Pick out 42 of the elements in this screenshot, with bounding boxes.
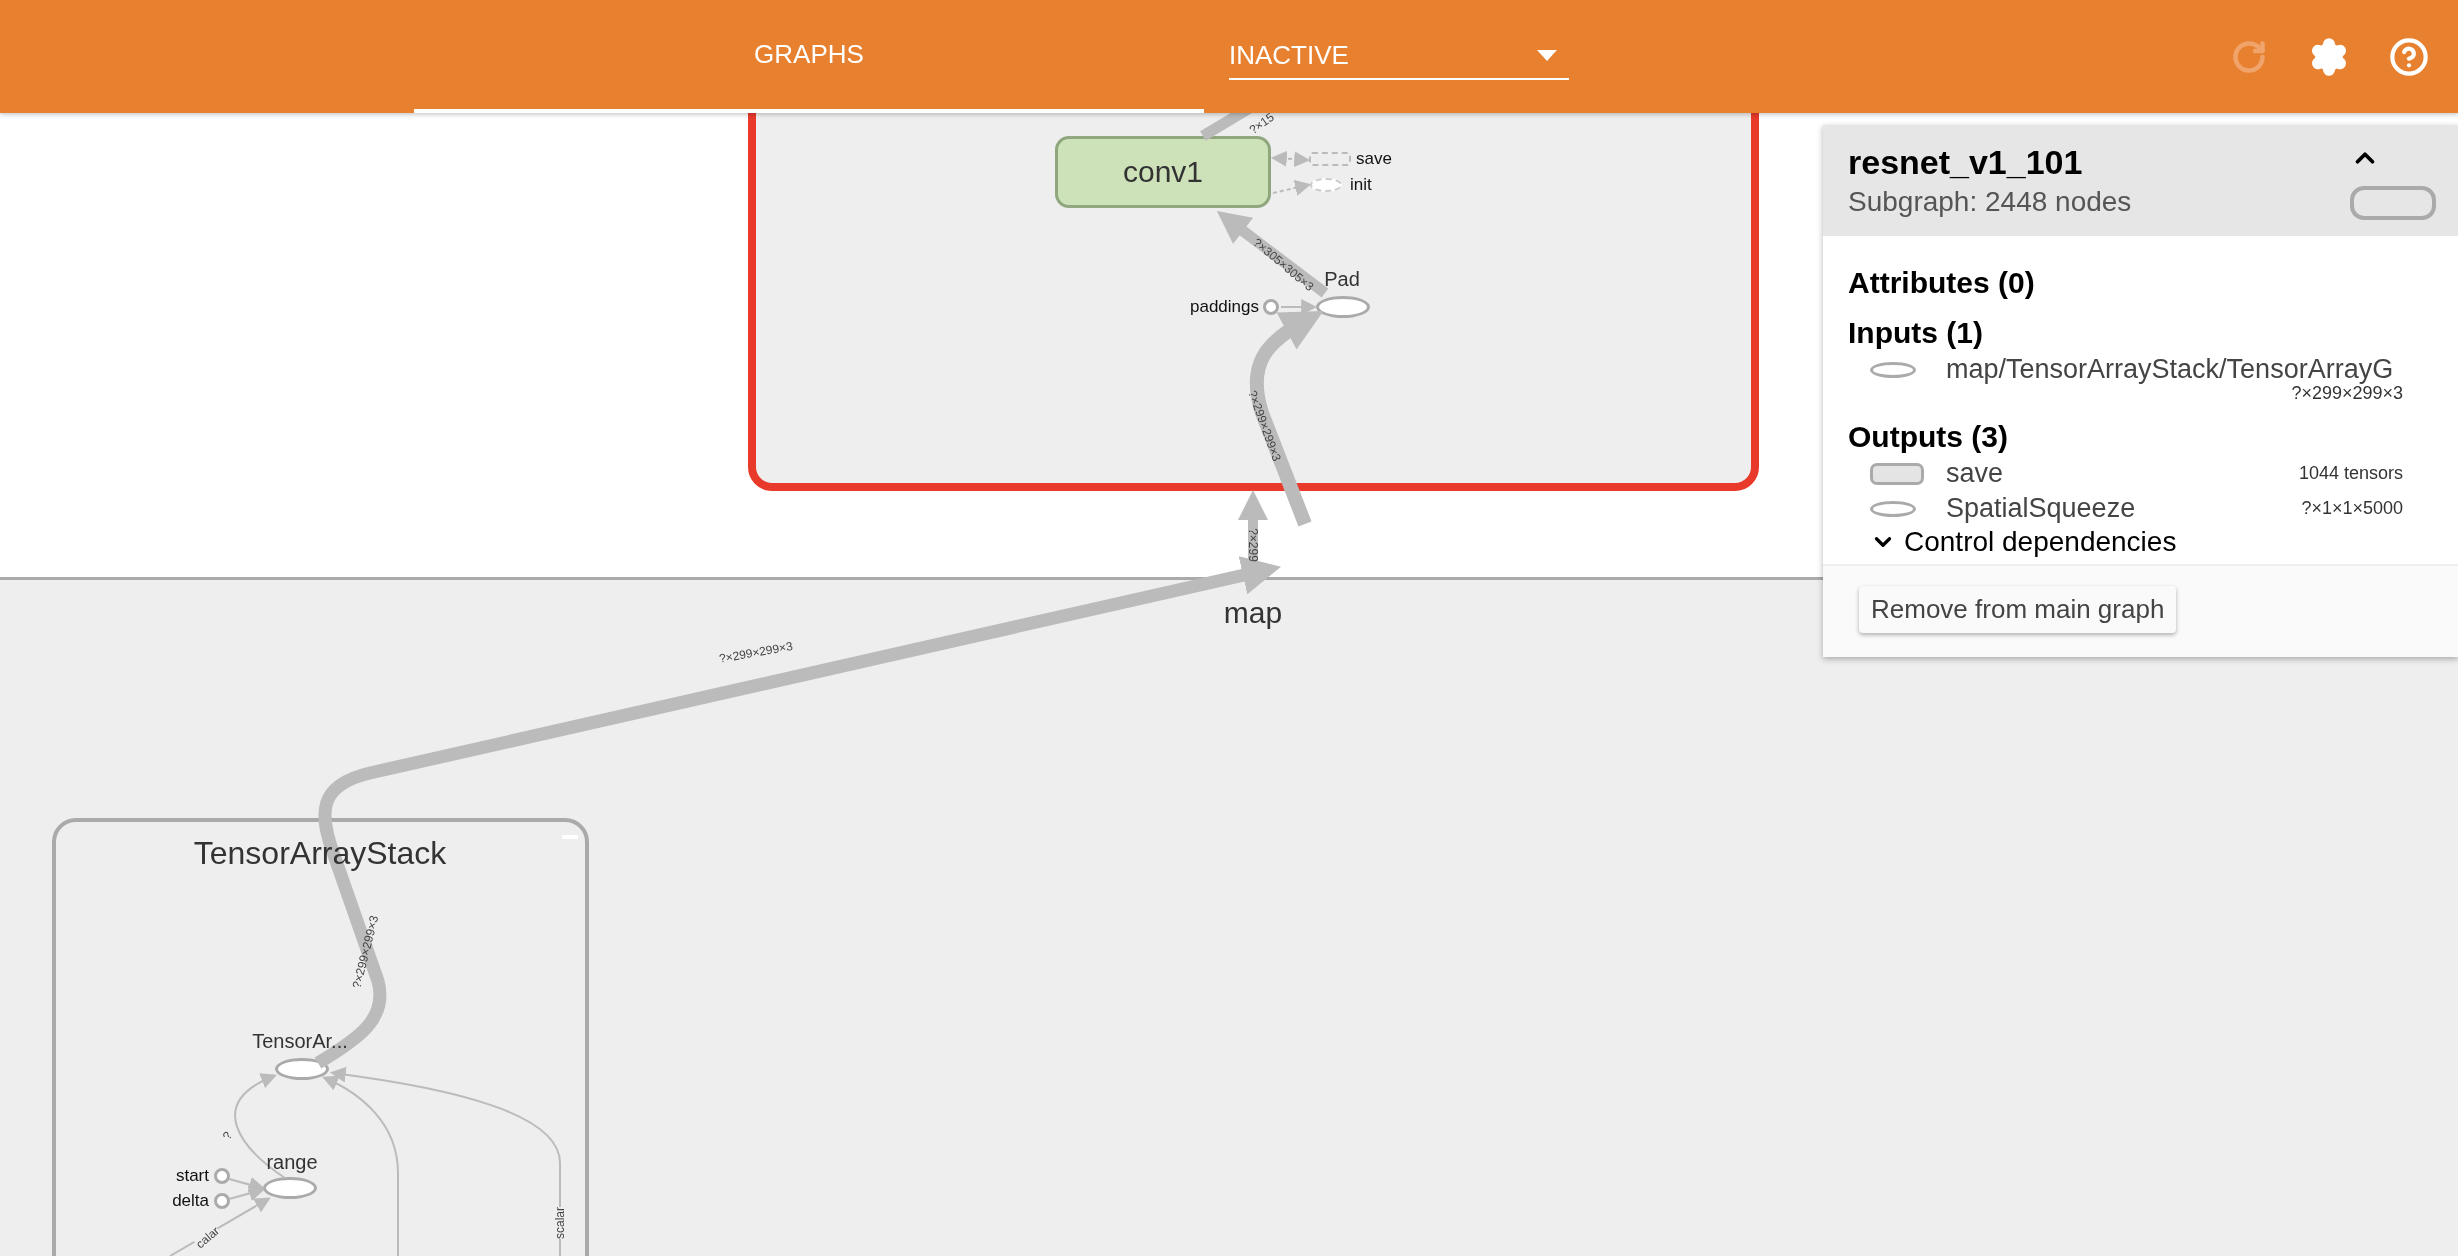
node-label: range <box>266 1150 318 1174</box>
output-detail-text: ?×1×1×5000 <box>2301 498 2404 519</box>
output-name[interactable]: SpatialSqueeze <box>1946 493 2302 524</box>
control-dependencies-toggle[interactable]: Control dependencies <box>1848 526 2433 558</box>
node-label: save <box>1356 149 1392 169</box>
scope-label: map <box>1223 596 1283 630</box>
output-detail-text: 1044 tensors <box>2298 463 2404 484</box>
node-label: start <box>175 1166 209 1186</box>
panel-title: resnet_v1_101 <box>1848 143 2084 182</box>
dashed-rect-node[interactable] <box>1309 152 1351 166</box>
section-heading: Outputs (3) <box>1848 420 2009 454</box>
node-label: paddings <box>1190 297 1259 317</box>
ellipse-icon <box>1870 500 1916 517</box>
remove-button[interactable]: Remove from main graph <box>1859 586 2177 633</box>
node-label: delta <box>172 1191 209 1211</box>
dotted-edge <box>1272 180 1312 196</box>
settings-icon <box>2309 36 2349 77</box>
node-label: Pad <box>1324 267 1360 291</box>
node-label: init <box>1350 175 1372 195</box>
caret-icon <box>1537 49 1557 62</box>
input-name[interactable]: map/TensorArrayStack/TensorArrayG <box>1946 354 2433 385</box>
edge-label: ?×299×299×3 <box>718 640 794 666</box>
ellipse-icon <box>1870 361 1916 378</box>
rounded-rect-icon <box>2350 186 2436 220</box>
panel-subtitle: Subgraph: 2448 nodes <box>1848 186 2133 219</box>
dimension-text: ?×299×299×3 <box>2291 383 2404 404</box>
output-name[interactable]: save <box>1946 458 2299 489</box>
node-label: TensorAr... <box>252 1029 348 1053</box>
dotted-edge <box>1270 150 1311 168</box>
scope-label: TensorArrayStack <box>193 834 447 872</box>
section-heading: Inputs (1) <box>1848 316 1984 350</box>
rounded-rect-icon <box>1870 462 1924 485</box>
edge-label: ?×299 <box>1245 528 1259 562</box>
edge-label: ?×15 <box>1247 113 1277 138</box>
group-node[interactable] <box>52 818 589 1256</box>
graph-node[interactable]: conv1 <box>1055 136 1271 208</box>
selected-scope[interactable] <box>748 113 1759 491</box>
toggle-label: Control dependencies <box>1904 526 2177 558</box>
help-icon <box>2389 36 2429 77</box>
section-heading: Attributes (0) <box>1848 266 2036 300</box>
select-value: INACTIVE <box>1229 40 1349 71</box>
reload-icon <box>2231 38 2267 75</box>
